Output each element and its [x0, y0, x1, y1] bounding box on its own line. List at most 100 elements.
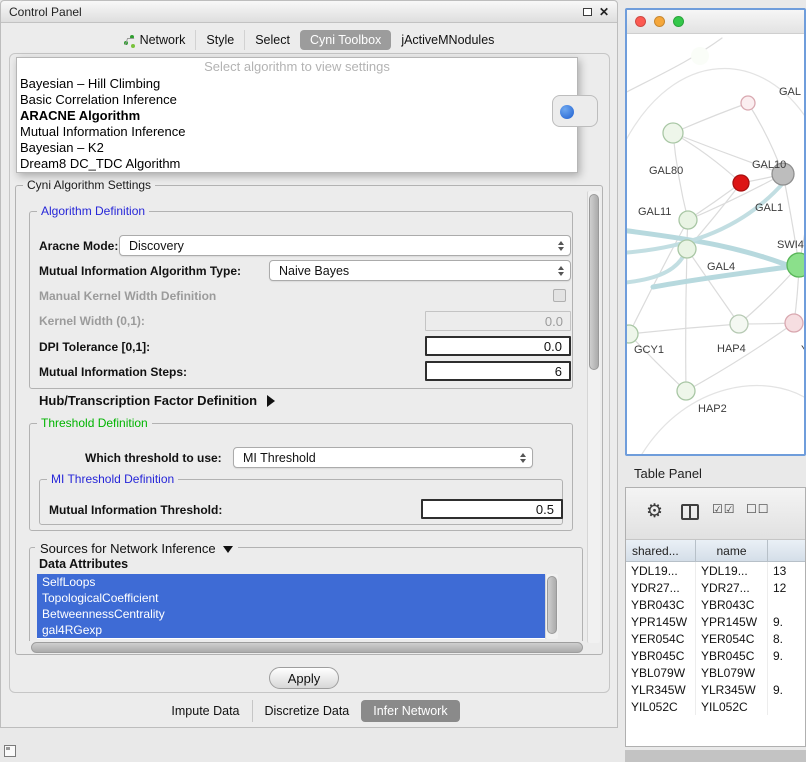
table-row[interactable]: YLR345WYLR345W9.: [626, 681, 805, 698]
control-panel-titlebar[interactable]: Control Panel ✕: [1, 1, 617, 23]
scrollbar-thumb[interactable]: [589, 194, 599, 370]
table-row[interactable]: YBL079WYBL079W: [626, 664, 805, 681]
pink-node-right[interactable]: [785, 314, 803, 332]
hub-tf-definition-toggle[interactable]: Hub/Transcription Factor Definition: [39, 393, 275, 408]
aracne-mode-value: Discovery: [129, 239, 184, 253]
column-header-name[interactable]: name: [696, 540, 768, 561]
table-cell: YIL052C: [626, 698, 696, 715]
kernel-width-label: Kernel Width (0,1):: [39, 314, 145, 328]
attribute-item-gal4rgexp[interactable]: gal4RGexp: [37, 622, 545, 638]
aracne-mode-select[interactable]: Discovery: [119, 235, 571, 256]
columns-icon[interactable]: [681, 504, 699, 520]
network-edge[interactable]: [627, 253, 685, 283]
kernel-width-field[interactable]: [425, 311, 571, 331]
table-row[interactable]: YBR043CYBR043C: [626, 596, 805, 613]
faint-node[interactable]: [691, 47, 709, 65]
table-row[interactable]: YIL052CYIL052C: [626, 698, 805, 715]
unselect-all-columns-icon[interactable]: ☐☐: [746, 502, 770, 516]
float-window-icon[interactable]: [583, 8, 592, 16]
gcy1-node[interactable]: [627, 325, 638, 343]
bottom-tab-discretize-data[interactable]: Discretize Data: [252, 700, 362, 722]
algorithm-option-bayesian-k2[interactable]: Bayesian – K2: [17, 140, 577, 156]
apply-button[interactable]: Apply: [269, 667, 339, 689]
gal80-node[interactable]: [663, 123, 683, 143]
node-label-gcy1: GCY1: [634, 344, 664, 356]
settings-group-title: Cyni Algorithm Settings: [23, 179, 155, 192]
network-edge[interactable]: [686, 249, 687, 391]
network-edge[interactable]: [629, 324, 739, 334]
settings-horizontal-scrollbar[interactable]: [31, 642, 583, 653]
zoom-traffic-light-icon[interactable]: [673, 16, 684, 27]
network-edge[interactable]: [629, 334, 686, 391]
table-row[interactable]: YDR27...YDR27...12: [626, 579, 805, 596]
table-cell: YBR045C: [626, 647, 696, 664]
gal4-node[interactable]: [678, 240, 696, 258]
hap4-node[interactable]: [730, 315, 748, 333]
attribute-item-betweennesscentrality[interactable]: BetweennessCentrality: [37, 606, 545, 622]
column-header-shared[interactable]: shared...: [626, 540, 696, 561]
attribute-item-selfloops[interactable]: SelfLoops: [37, 574, 545, 590]
table-row[interactable]: YBR045CYBR045C9.: [626, 647, 805, 664]
table-row[interactable]: YPR145WYPR145W9.: [626, 613, 805, 630]
minimize-traffic-light-icon[interactable]: [654, 16, 665, 27]
tab-jactivemnodules[interactable]: jActiveMNodules: [391, 30, 504, 50]
network-edge[interactable]: [642, 386, 804, 454]
network-canvas[interactable]: GALGAL80GAL10GAL11GAL1SWI4GAL4GCY1HAP4HA…: [627, 34, 804, 454]
scrollbar-thumb[interactable]: [547, 576, 557, 634]
node-label-swi4: SWI4: [777, 239, 804, 251]
pink-node-top[interactable]: [741, 96, 755, 110]
mi-algorithm-type-select[interactable]: Naive Bayes: [269, 260, 571, 281]
select-all-columns-icon[interactable]: ☑☑: [712, 502, 736, 516]
gear-icon[interactable]: ⚙: [646, 500, 663, 523]
manual-kernel-checkbox[interactable]: [553, 289, 566, 302]
network-canvas-container[interactable]: GALGAL80GAL10GAL11GAL1SWI4GAL4GCY1HAP4HA…: [627, 34, 804, 454]
algorithm-option-mutual-information-inference[interactable]: Mutual Information Inference: [17, 124, 577, 140]
algorithm-option-bayesian-hill-climbing[interactable]: Bayesian – Hill Climbing: [17, 76, 577, 92]
column-header-2[interactable]: [768, 540, 805, 561]
bottom-tab-impute-data[interactable]: Impute Data: [159, 700, 251, 722]
tab-select[interactable]: Select: [244, 30, 300, 50]
mi-threshold-field[interactable]: [421, 499, 563, 519]
green-node[interactable]: [787, 253, 804, 277]
minimized-panel-icon[interactable]: [4, 745, 16, 757]
table-cell: YER054C: [626, 630, 696, 647]
table-row[interactable]: YER054CYER054C8.: [626, 630, 805, 647]
table-row[interactable]: YDL19...YDL19...13: [626, 562, 805, 579]
bottom-tab-infer-network[interactable]: Infer Network: [361, 700, 459, 722]
algorithm-option-basic-correlation-inference[interactable]: Basic Correlation Inference: [17, 92, 577, 108]
sources-toggle[interactable]: Sources for Network Inference: [35, 541, 238, 556]
close-window-icon[interactable]: ✕: [599, 7, 609, 17]
network-edge[interactable]: [673, 103, 748, 133]
settings-vertical-scrollbar[interactable]: [587, 191, 600, 643]
gal11-node[interactable]: [679, 211, 697, 229]
desktop: Control Panel ✕ NetworkStyleSelectCyni T…: [0, 0, 806, 762]
table-cell: [768, 698, 805, 715]
network-view-window: GALGAL80GAL10GAL11GAL1SWI4GAL4GCY1HAP4HA…: [625, 8, 806, 456]
data-attributes-list[interactable]: SelfLoopsTopologicalCoefficientBetweenne…: [37, 574, 545, 639]
algorithm-option-aracne-algorithm[interactable]: ARACNE Algorithm: [17, 108, 577, 124]
tab-cyni-toolbox[interactable]: Cyni Toolbox: [300, 30, 391, 50]
spinner-arrows-icon: [558, 241, 564, 251]
help-button-fragment[interactable]: [552, 95, 598, 127]
mi-steps-field[interactable]: [425, 361, 571, 381]
dpi-tolerance-field[interactable]: [425, 336, 571, 356]
which-threshold-label: Which threshold to use:: [85, 451, 222, 465]
tab-network[interactable]: Network: [114, 30, 196, 50]
attribute-item-topologicalcoefficient[interactable]: TopologicalCoefficient: [37, 590, 545, 606]
hap2-node[interactable]: [677, 382, 695, 400]
which-threshold-select[interactable]: MI Threshold: [233, 447, 533, 468]
close-traffic-light-icon[interactable]: [635, 16, 646, 27]
network-edge[interactable]: [688, 183, 741, 220]
tab-style[interactable]: Style: [195, 30, 244, 50]
network-edge[interactable]: [627, 38, 722, 96]
algorithm-popup-list: Bayesian – Hill ClimbingBasic Correlatio…: [17, 76, 577, 172]
gal10-node[interactable]: [733, 175, 749, 191]
sources-title: Sources for Network Inference: [40, 541, 216, 556]
node-label-gal10: GAL10: [752, 159, 786, 171]
network-edge[interactable]: [783, 174, 799, 265]
network-edge[interactable]: [627, 68, 804, 154]
network-window-titlebar[interactable]: [627, 10, 804, 34]
collapse-down-icon: [223, 546, 233, 553]
attributes-list-scrollbar[interactable]: [545, 574, 558, 639]
algorithm-option-dream8-dc-tdc-algorithm[interactable]: Dream8 DC_TDC Algorithm: [17, 156, 577, 172]
